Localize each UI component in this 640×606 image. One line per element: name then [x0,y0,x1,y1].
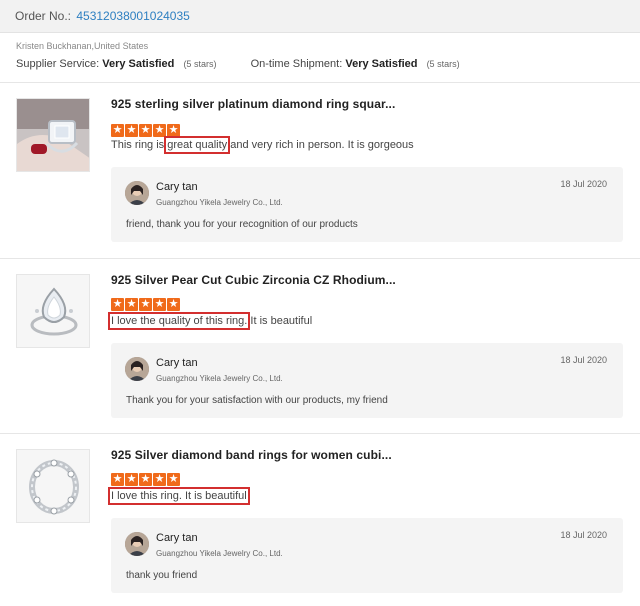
star-icon: ★ [153,298,166,311]
reply-company: Guangzhou Yikela Jewelry Co., Ltd. [156,198,283,207]
star-rating: ★ ★ ★ ★ ★ [111,294,181,311]
comment-highlight: great quality [164,136,231,154]
reply-company: Guangzhou Yikela Jewelry Co., Ltd. [156,374,283,383]
supplier-service-stars: (5 stars) [183,59,217,69]
star-icon: ★ [153,124,166,137]
star-icon: ★ [111,473,124,486]
reply-date: 18 Jul 2020 [560,179,607,189]
star-icon: ★ [167,473,180,486]
star-icon: ★ [153,473,166,486]
product-title[interactable]: 925 sterling silver platinum diamond rin… [111,97,395,111]
avatar [125,357,149,381]
avatar [125,181,149,205]
star-rating: ★ ★ ★ ★ ★ [111,120,181,137]
seller-reply: Cary tan Guangzhou Yikela Jewelry Co., L… [111,167,623,242]
seller-avatar-icon [125,181,149,205]
seller-avatar-icon [125,532,149,556]
reply-author: Cary tan [156,532,198,544]
ring-photo-icon [17,275,89,347]
order-header: Order No.: 45312038001024035 [0,0,640,33]
review-comment: I love this ring. It is beautiful [108,487,250,505]
review-item: 925 Silver diamond band rings for women … [0,434,640,606]
star-icon: ★ [167,298,180,311]
seller-avatar-icon [125,357,149,381]
star-icon: ★ [139,124,152,137]
seller-reply: Cary tan Guangzhou Yikela Jewelry Co., L… [111,518,623,593]
star-icon: ★ [139,298,152,311]
review-comment: This ring is great quality and very rich… [111,136,414,154]
product-thumbnail[interactable] [16,98,90,172]
order-number-link[interactable]: 45312038001024035 [76,9,189,23]
reply-company: Guangzhou Yikela Jewelry Co., Ltd. [156,549,283,558]
supplier-service-label: Supplier Service: [16,58,100,70]
product-title[interactable]: 925 Silver diamond band rings for women … [111,448,392,462]
comment-text: and very rich in person. It is gorgeous [227,139,414,151]
star-icon: ★ [125,298,138,311]
buyer-name-country: Kristen Buckhanan,United States [16,41,149,51]
star-icon: ★ [125,124,138,137]
reply-text: friend, thank you for your recognition o… [126,219,358,230]
star-icon: ★ [167,124,180,137]
comment-highlight: I love this ring. It is beautiful [108,487,250,505]
star-icon: ★ [139,473,152,486]
reply-author: Cary tan [156,357,198,369]
ring-photo-icon [17,450,89,522]
ontime-shipment-stars: (5 stars) [426,59,460,69]
reply-text: thank you friend [126,570,198,581]
review-item: 925 Silver Pear Cut Cubic Zirconia CZ Rh… [0,259,640,433]
star-icon: ★ [125,473,138,486]
supplier-service-value: Very Satisfied [102,58,175,70]
review-item: 925 sterling silver platinum diamond rin… [0,83,640,258]
avatar [125,532,149,556]
order-number-label: Order No.: [15,9,72,23]
seller-ratings: Supplier Service: Very Satisfied (5 star… [16,58,460,70]
reply-text: Thank you for your satisfaction with our… [126,395,388,406]
reply-date: 18 Jul 2020 [560,355,607,365]
comment-highlight: I love the quality of this ring. [107,312,251,330]
comment-text: It is beautiful [247,315,313,327]
product-title[interactable]: 925 Silver Pear Cut Cubic Zirconia CZ Rh… [111,273,396,287]
reply-date: 18 Jul 2020 [560,530,607,540]
star-rating: ★ ★ ★ ★ ★ [111,469,181,486]
ring-photo-icon [17,99,89,171]
product-thumbnail[interactable] [16,274,90,348]
ontime-shipment-value: Very Satisfied [345,58,418,70]
review-comment: I love the quality of this ring. It is b… [107,312,313,330]
star-icon: ★ [111,298,124,311]
seller-reply: Cary tan Guangzhou Yikela Jewelry Co., L… [111,343,623,418]
ontime-shipment-label: On-time Shipment: [250,58,343,70]
star-icon: ★ [111,124,124,137]
reply-author: Cary tan [156,181,198,193]
product-thumbnail[interactable] [16,449,90,523]
comment-text: This ring is [111,139,168,151]
